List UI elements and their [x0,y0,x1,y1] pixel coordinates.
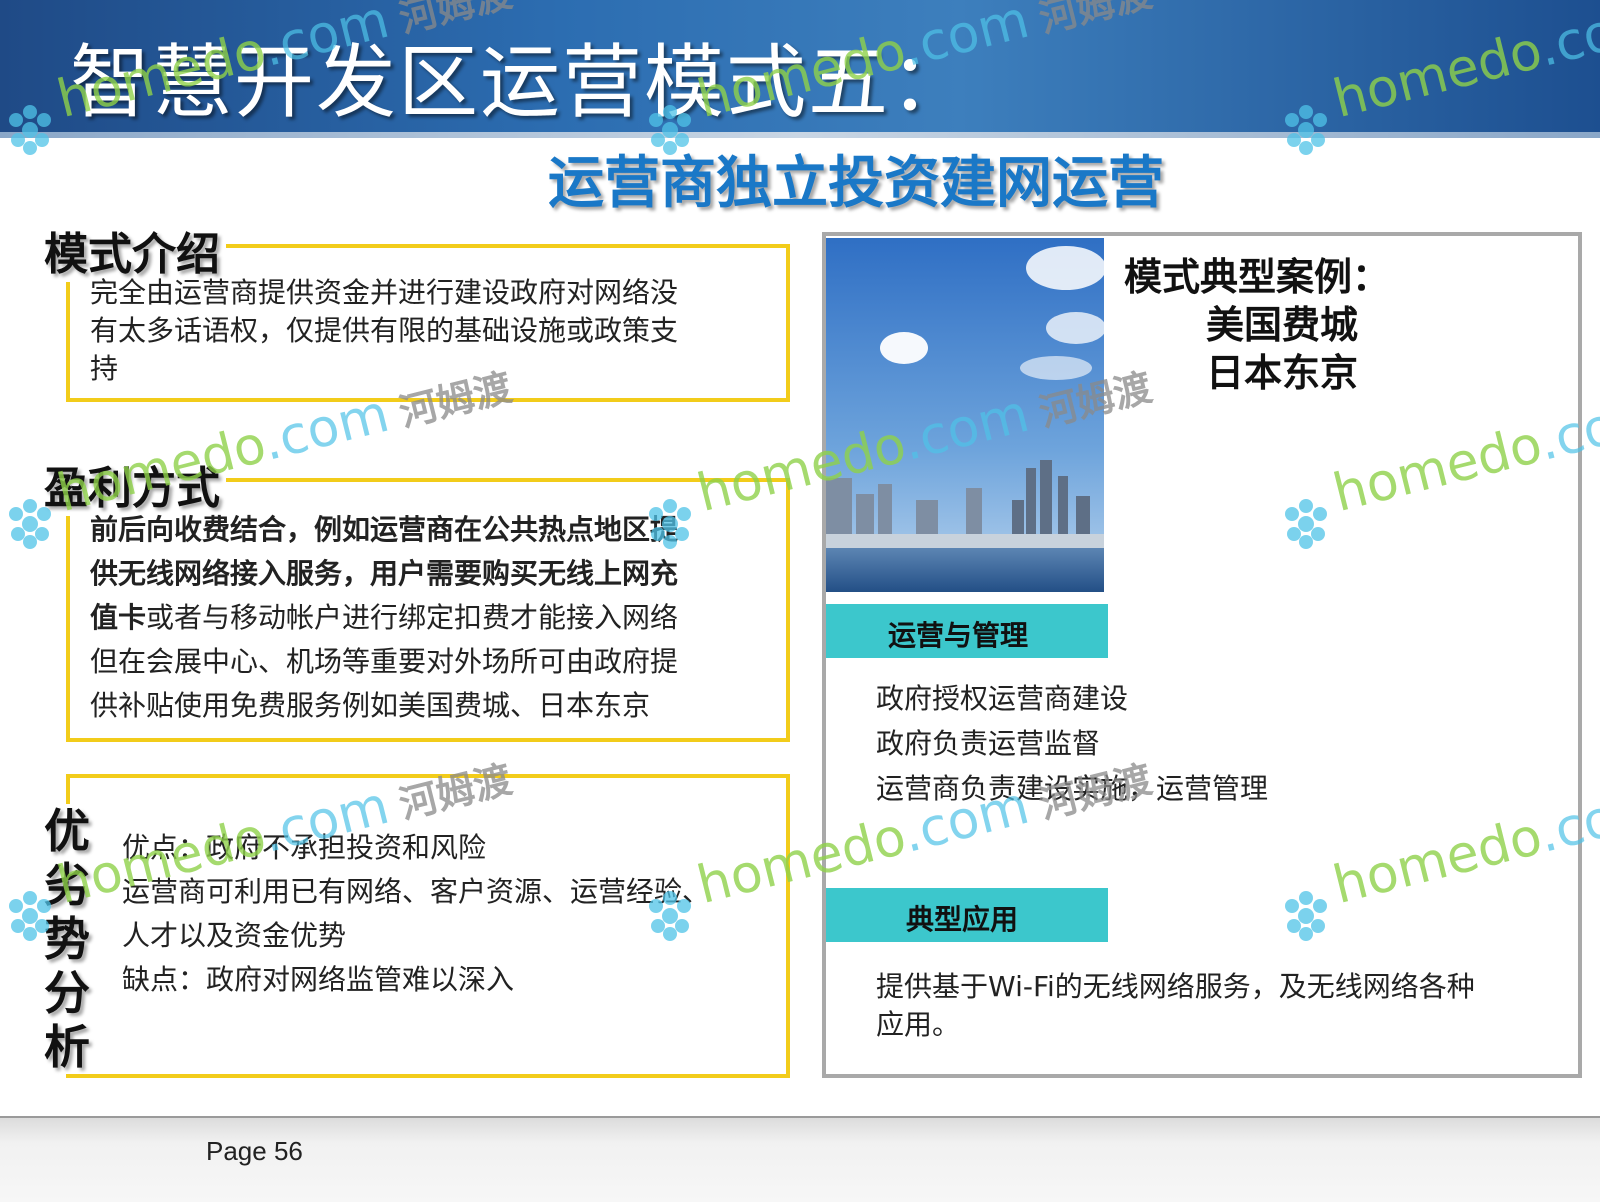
operation-text: 政府授权运营商建设 政府负责运营监督 运营商负责建设实施，运营管理 [876,676,1268,811]
operation-heading: 运营与管理 [888,619,1029,652]
case-item: 日本东京 [1206,351,1359,395]
profit-line-rest: 或者与移动帐户进行绑定扣费才能接入网络 [146,601,679,634]
operation-line: 政府授权运营商建设 [876,682,1129,715]
profit-text: 前后向收费结合，例如运营商在公共热点地区提 供无线网络接入服务，用户需要购买无线… [90,508,678,728]
analysis-heading: 优劣势分析 [44,804,104,1074]
application-text: 提供基于Wi-Fi的无线网络服务，及无线网络各种 应用。 [876,968,1475,1044]
intro-line: 完全由运营商提供资金并进行建设政府对网络没 [90,276,679,309]
operation-line: 运营商负责建设实施，运营管理 [876,772,1269,805]
operation-line: 政府负责运营监督 [876,727,1101,760]
analysis-text: 优点：政府不承担投资和风险 运营商可利用已有网络、客户资源、运营经验、 人才以及… [122,826,710,1002]
city-skyline-photo [826,238,1104,592]
intro-text: 完全由运营商提供资金并进行建设政府对网络没 有太多话语权，仅提供有限的基础设施或… [90,274,678,388]
analysis-line: 优点：政府不承担投资和风险 [122,831,487,864]
slide-title: 智慧开发区运营模式五： [70,36,972,129]
operation-heading-bar: 运营与管理 [826,604,1108,658]
intro-line: 持 [90,352,119,385]
profit-bold-fragment: 值卡 [90,601,147,634]
profit-line: 供补贴使用免费服务例如美国费城、日本东京 [90,689,651,722]
application-heading-bar: 典型应用 [826,888,1108,942]
profit-heading: 盈利方式 [38,452,226,516]
case-title: 模式典型案例： [1124,255,1391,299]
analysis-line: 运营商可利用已有网络、客户资源、运营经验、 [122,875,711,908]
application-line: 提供基于Wi-Fi的无线网络服务，及无线网络各种 [876,970,1475,1003]
case-item: 美国费城 [1206,303,1359,347]
profit-line: 但在会展中心、机场等重要对外场所可由政府提 [90,645,679,678]
profit-line: 前后向收费结合，例如运营商在公共热点地区提 [90,513,679,546]
intro-line: 有太多话语权，仅提供有限的基础设施或政策支 [90,314,679,347]
application-line: 应用。 [876,1008,961,1041]
analysis-line: 人才以及资金优势 [122,919,347,952]
intro-heading: 模式介绍 [38,218,226,282]
page-number: Page 56 [206,1136,303,1166]
slide-subtitle: 运营商独立投资建网运营 [548,151,1164,216]
analysis-line: 缺点：政府对网络监管难以深入 [122,963,515,996]
profit-line: 值卡或者与移动帐户进行绑定扣费才能接入网络 [90,596,678,640]
application-heading: 典型应用 [906,903,1019,936]
profit-line: 供无线网络接入服务，用户需要购买无线上网充 [90,557,679,590]
